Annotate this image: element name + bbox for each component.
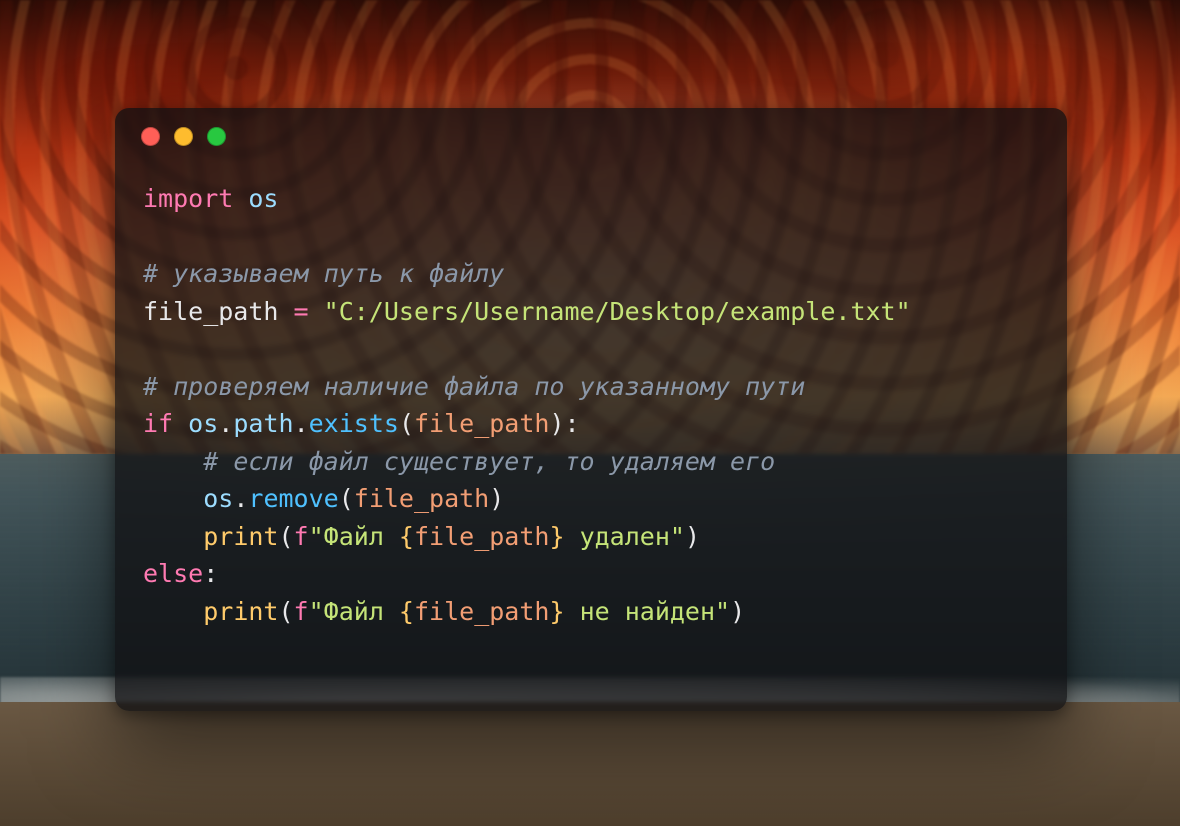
code-token: if	[143, 409, 173, 438]
code-token: f	[294, 597, 309, 626]
code-token: =	[294, 297, 309, 326]
code-token: file_path	[354, 484, 489, 513]
close-icon[interactable]	[141, 127, 160, 146]
code-token: print	[203, 522, 278, 551]
code-window: import os # указываем путь к файлу file_…	[115, 108, 1067, 711]
window-titlebar	[115, 108, 1067, 164]
code-token: .	[218, 409, 233, 438]
code-token: (	[278, 597, 293, 626]
code-line: else:	[143, 559, 218, 588]
code-token	[309, 297, 324, 326]
code-token: )	[730, 597, 745, 626]
code-token: file_path	[143, 297, 278, 326]
code-token: file_path	[414, 597, 549, 626]
code-token: file_path	[414, 522, 549, 551]
code-token: (	[339, 484, 354, 513]
code-token: .	[294, 409, 309, 438]
code-token: {	[399, 597, 414, 626]
code-token: f	[294, 522, 309, 551]
code-token: "Файл	[309, 522, 399, 551]
code-line: print(f"Файл {file_path} не найден")	[143, 597, 745, 626]
code-line: if os.path.exists(file_path):	[143, 409, 580, 438]
code-token: {	[399, 522, 414, 551]
code-token: "C:/Users/Username/Desktop/example.txt"	[324, 297, 911, 326]
code-token	[173, 409, 188, 438]
code-token: # если файл существует, то удаляем его	[203, 447, 775, 476]
code-token: (	[399, 409, 414, 438]
code-editor[interactable]: import os # указываем путь к файлу file_…	[115, 164, 1067, 658]
code-token: )	[685, 522, 700, 551]
code-line: os.remove(file_path)	[143, 484, 504, 513]
code-line: print(f"Файл {file_path} удален")	[143, 522, 700, 551]
code-line: # проверяем наличие файла по указанному …	[143, 372, 805, 401]
code-token: import	[143, 184, 233, 213]
code-line: # указываем путь к файлу	[143, 259, 504, 288]
code-line: # если файл существует, то удаляем его	[143, 447, 775, 476]
zoom-icon[interactable]	[207, 127, 226, 146]
code-token: print	[203, 597, 278, 626]
minimize-icon[interactable]	[174, 127, 193, 146]
code-token: :	[203, 559, 218, 588]
code-token: file_path	[414, 409, 549, 438]
code-token: else	[143, 559, 203, 588]
code-token: )	[489, 484, 504, 513]
code-token: # указываем путь к файлу	[143, 259, 504, 288]
code-token: )	[549, 409, 564, 438]
code-token: }	[549, 597, 564, 626]
code-token: (	[278, 522, 293, 551]
code-token	[143, 522, 203, 551]
code-token	[278, 297, 293, 326]
code-token: os	[203, 484, 233, 513]
code-token: }	[549, 522, 564, 551]
code-token: remove	[248, 484, 338, 513]
code-line: file_path = "C:/Users/Username/Desktop/e…	[143, 297, 911, 326]
code-token: "Файл	[309, 597, 399, 626]
code-token: удален"	[565, 522, 685, 551]
code-token: path	[233, 409, 293, 438]
code-token	[143, 447, 203, 476]
code-token: os	[248, 184, 278, 213]
code-token: не найден"	[565, 597, 731, 626]
code-token	[233, 184, 248, 213]
code-token: # проверяем наличие файла по указанному …	[143, 372, 805, 401]
code-token	[143, 597, 203, 626]
code-token: :	[565, 409, 580, 438]
code-token: .	[233, 484, 248, 513]
code-line: import os	[143, 184, 278, 213]
code-token: os	[188, 409, 218, 438]
code-token: exists	[309, 409, 399, 438]
code-token	[143, 484, 203, 513]
background-sand	[0, 702, 1180, 826]
